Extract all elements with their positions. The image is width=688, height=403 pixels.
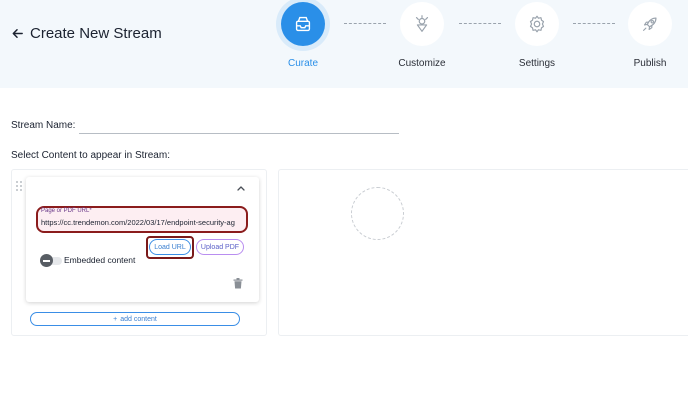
step-settings[interactable] <box>515 2 559 46</box>
url-label-text: Page or PDF URL <box>41 208 90 214</box>
tray-icon <box>295 16 311 32</box>
step-curate[interactable] <box>281 2 325 46</box>
url-input[interactable] <box>41 216 244 228</box>
loading-spinner-icon <box>351 187 404 240</box>
drag-handle-icon[interactable] <box>16 181 24 193</box>
arrow-left-icon <box>12 29 23 38</box>
gear-icon <box>529 15 545 33</box>
required-mark: * <box>89 208 92 214</box>
step-connector <box>344 23 386 24</box>
add-content-button[interactable]: + add content <box>30 312 240 326</box>
embedded-content-label: Embedded content <box>64 255 136 265</box>
preview-panel <box>278 169 688 336</box>
page-title: Create New Stream <box>30 25 162 42</box>
rocket-icon <box>643 17 657 31</box>
add-content-label: add content <box>120 315 157 323</box>
chevron-up-icon[interactable] <box>236 184 246 192</box>
url-field-label: Page or PDF URL* <box>41 208 92 214</box>
step-settings-label: Settings <box>518 58 556 69</box>
step-customize[interactable] <box>400 2 444 46</box>
header-bar: Create New Stream Curate Customize Setti… <box>0 0 688 88</box>
step-connector <box>459 23 501 24</box>
step-publish[interactable] <box>628 2 672 46</box>
app-root: Create New Stream Curate Customize Setti… <box>0 0 688 403</box>
step-connector <box>573 23 615 24</box>
palette-icon <box>415 15 429 32</box>
upload-pdf-button[interactable]: Upload PDF <box>196 239 244 255</box>
embedded-content-toggle[interactable] <box>40 254 62 267</box>
load-url-button[interactable]: Load URL <box>149 239 191 255</box>
toggle-knob <box>40 254 53 267</box>
step-publish-label: Publish <box>633 58 667 69</box>
step-curate-label: Curate <box>287 58 318 69</box>
trash-icon[interactable] <box>233 278 243 289</box>
plus-icon: + <box>113 315 118 323</box>
stream-name-label: Stream Name: <box>11 120 76 131</box>
select-content-label: Select Content to appear in Stream: <box>11 150 170 161</box>
back-button[interactable]: Create New Stream <box>11 25 162 42</box>
step-customize-label: Customize <box>398 58 446 69</box>
stream-name-input[interactable] <box>79 118 399 134</box>
